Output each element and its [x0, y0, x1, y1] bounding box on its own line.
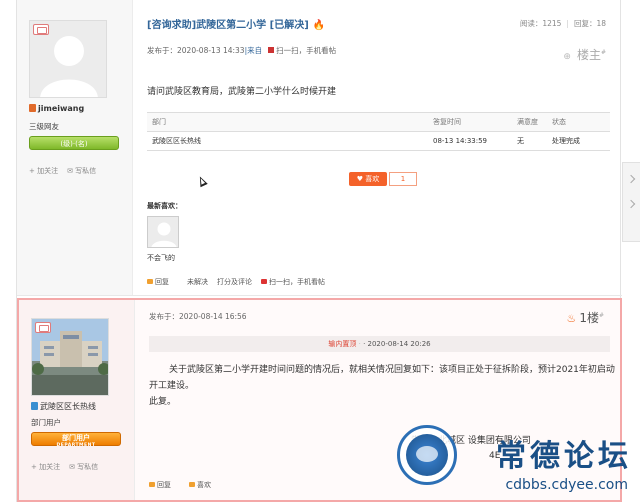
side-scroll-arrows[interactable] [622, 162, 640, 242]
watermark-url: cdbbs.cdyee.com [505, 477, 628, 493]
qr-link[interactable]: 扫一扫，手机看帖 [276, 46, 336, 55]
floor-icon: ⊕ [563, 52, 571, 62]
username[interactable]: 武陵区区长热线 [31, 401, 96, 412]
pinned-notice: 输内置顶 · · 2020-08-14 20:26 [149, 336, 610, 352]
mouse-cursor-icon [196, 174, 208, 188]
like-widget: ♥ 喜欢 1 [349, 172, 417, 186]
post-meta: 发布于：2020-08-14 16:56 [149, 312, 247, 321]
floor-label: ⊕ 楼主# [563, 48, 606, 62]
like-button[interactable]: 喜欢 [189, 481, 220, 489]
rate-button[interactable]: 打分及评论 [217, 278, 252, 286]
author-sidebar: 武陵区区长热线 部门用户 部门用户 DEPARTMENT + 加关注 ✉ 写私信 [19, 300, 135, 500]
thread-stats: 阅读：1215 | 回复：18 [519, 19, 606, 28]
post-actions: 回复 喜欢 [149, 480, 229, 490]
author-sidebar: jimeiwang 三级网友 (级)·(名) + 加关注 ✉ 写私信 [17, 0, 133, 295]
heart-icon [189, 482, 195, 487]
user-actions: + 加关注 ✉ 写私信 [31, 462, 107, 472]
user-group: 三级网友 [29, 122, 59, 131]
table-header: 部门 答复时间 满意度 状态 [147, 113, 610, 132]
default-avatar-icon [148, 217, 178, 247]
like-button[interactable]: ♥ 喜欢 [349, 172, 387, 186]
follow-button[interactable]: + 加关注 [29, 167, 58, 175]
post-actions: 回复 未解决 打分及评论 扫一扫，手机看帖 [147, 277, 343, 287]
post-original: jimeiwang 三级网友 (级)·(名) + 加关注 ✉ 写私信 [咨询求助]… [17, 0, 622, 296]
hot-icon: 🔥 [312, 20, 326, 31]
flame-icon: ♨ [566, 312, 577, 325]
user-icon [31, 402, 38, 410]
avatar[interactable] [31, 318, 109, 396]
reply-button[interactable]: 回复 [149, 481, 180, 489]
user-actions: + 加关注 ✉ 写私信 [29, 166, 105, 176]
qr-button[interactable]: 扫一扫，手机看帖 [261, 278, 334, 286]
via-link[interactable]: |来自 [245, 46, 263, 55]
chevron-right-icon[interactable] [626, 174, 636, 184]
follow-button[interactable]: + 加关注 [31, 463, 60, 471]
user-group: 部门用户 [31, 418, 61, 427]
response-table: 部门 答复时间 满意度 状态 武陵区区长热线 08-13 14:33:59 无 … [147, 112, 610, 151]
watermark-text: 常德论坛 [496, 439, 632, 474]
user-icon [29, 104, 36, 112]
table-row: 武陵区区长热线 08-13 14:33:59 无 处理完成 [147, 132, 610, 151]
like-count: 1 [389, 172, 417, 186]
watermark: 常德论坛 cdbbs.cdyee.com [397, 425, 632, 500]
unresolved-button[interactable]: 未解决 [187, 278, 208, 286]
avatar[interactable] [29, 20, 107, 98]
liker-name[interactable]: 不会飞的 [147, 253, 175, 263]
question-text: 请问武陵区教育局，武陵第二小学什么时候开建 [147, 87, 337, 97]
message-button[interactable]: ✉ 写私信 [69, 463, 98, 471]
seal-logo [397, 425, 457, 485]
user-card-icon [33, 24, 49, 35]
post-meta: 发布于：2020-08-13 14:33|来自 扫一扫，手机看帖 [147, 46, 337, 55]
user-card-icon [35, 322, 51, 333]
rank-bar: 部门用户 DEPARTMENT [31, 432, 121, 448]
reply-button[interactable]: 回复 [147, 278, 178, 286]
liker-avatar[interactable] [147, 216, 179, 248]
qr-icon [268, 47, 275, 53]
reply-body: 关于武陵区第二小学开建时间问题的情况后，就相关情况回复如下：该项目正处于征拆阶段… [149, 365, 615, 407]
qr-icon [261, 279, 267, 284]
username[interactable]: jimeiwang [29, 104, 84, 113]
rank-bar: (级)·(名) [29, 136, 119, 150]
reply-icon [147, 279, 153, 284]
floor-label: ♨ 1楼# [566, 311, 604, 325]
thread-title: [咨询求助]武陵区第二小学 [已解决] 🔥 [147, 20, 326, 31]
recent-likes-label: 最新喜欢： [147, 202, 182, 210]
chevron-right-icon[interactable] [626, 199, 636, 209]
message-button[interactable]: ✉ 写私信 [67, 167, 96, 175]
reply-icon [149, 482, 155, 487]
